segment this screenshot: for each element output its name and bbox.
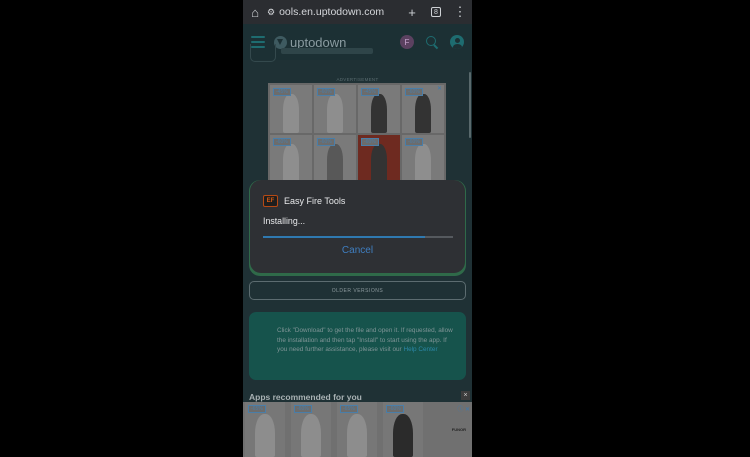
ad-product-tile[interactable]: -60% xyxy=(314,135,356,183)
discount-badge: -60% xyxy=(405,88,423,96)
ad-product-tile[interactable]: -60% xyxy=(270,135,312,183)
discount-badge: -65% xyxy=(248,405,266,413)
discount-badge: -60% xyxy=(405,138,423,146)
ad-product-tile[interactable]: -60% xyxy=(291,402,331,457)
tab-switcher-button[interactable]: 8 xyxy=(424,0,448,24)
ad-product-tile[interactable]: -65% xyxy=(245,402,285,457)
dialog-app-name: Easy Fire Tools xyxy=(284,196,346,206)
tab-count: 8 xyxy=(431,7,441,17)
more-menu-icon[interactable]: ⋮ xyxy=(448,0,472,24)
cancel-button[interactable]: Cancel xyxy=(250,245,465,256)
site-header: uptodown F xyxy=(243,24,472,60)
extension-badge[interactable]: F xyxy=(400,35,414,49)
site-settings-icon[interactable]: ⚙ xyxy=(267,7,275,18)
home-icon[interactable]: ⌂ xyxy=(243,0,267,24)
app-card-partial xyxy=(250,44,276,62)
search-icon[interactable] xyxy=(426,36,438,48)
discount-badge: -60% xyxy=(386,405,404,413)
download-info-box: Click "Download" to get the file and ope… xyxy=(249,312,466,380)
discount-badge: -45% xyxy=(273,88,291,96)
ad-product-tile[interactable]: -45% xyxy=(270,85,312,133)
ad-brand-text: FUNOR xyxy=(451,427,466,432)
install-progress-fill xyxy=(263,236,425,238)
new-tab-icon[interactable]: + xyxy=(400,0,424,24)
ad-product-tile[interactable]: -60% ✕ xyxy=(402,85,444,133)
close-icon[interactable]: × xyxy=(461,391,470,400)
install-progress-bar xyxy=(263,236,453,238)
install-dialog: EF Easy Fire Tools Installing... Cancel xyxy=(250,180,465,273)
ad-product-tile[interactable]: -60% xyxy=(402,135,444,183)
scrollbar-thumb[interactable] xyxy=(469,72,471,138)
discount-badge: -60% xyxy=(317,138,335,146)
ad-product-tile[interactable]: -60% xyxy=(358,135,400,183)
ad-label: ADVERTISEMENT xyxy=(336,77,379,82)
ad-info-icon[interactable]: ⓘ ✕ xyxy=(457,404,470,413)
address-bar[interactable]: ⚙ ools.en.uptodown.com xyxy=(267,2,400,22)
older-versions-button[interactable]: OLDER VERSIONS xyxy=(249,281,466,300)
url-text: ools.en.uptodown.com xyxy=(279,6,385,18)
recommended-heading: Apps recommended for you xyxy=(249,392,362,402)
browser-toolbar: ⌂ ⚙ ools.en.uptodown.com + 8 ⋮ xyxy=(243,0,472,24)
ad-close-icon[interactable]: ✕ xyxy=(436,86,443,93)
ad-banner-bottom[interactable]: -65% -60% -65% -60% ⓘ ✕ FUNOR xyxy=(243,402,472,457)
app-title-partial xyxy=(281,48,373,54)
help-center-link[interactable]: Help Center xyxy=(403,346,437,353)
ad-product-tile[interactable]: -60% xyxy=(314,85,356,133)
ad-product-tile[interactable]: -65% xyxy=(337,402,377,457)
discount-badge: -60% xyxy=(317,88,335,96)
discount-badge: -60% xyxy=(273,138,291,146)
install-status: Installing... xyxy=(263,216,306,226)
discount-badge: -60% xyxy=(361,138,379,146)
discount-badge: -60% xyxy=(294,405,312,413)
phone-screen: ⌂ ⚙ ools.en.uptodown.com + 8 ⋮ uptodown … xyxy=(243,0,472,457)
discount-badge: -45% xyxy=(361,88,379,96)
app-icon: EF xyxy=(263,195,278,207)
ad-banner-top[interactable]: -45% -60% -45% -60% ✕ -60% -60% -60% -60% xyxy=(268,83,446,185)
ad-product-tile[interactable]: -60% xyxy=(383,402,423,457)
discount-badge: -65% xyxy=(340,405,358,413)
ad-product-tile[interactable]: -45% xyxy=(358,85,400,133)
user-icon[interactable] xyxy=(450,35,464,49)
